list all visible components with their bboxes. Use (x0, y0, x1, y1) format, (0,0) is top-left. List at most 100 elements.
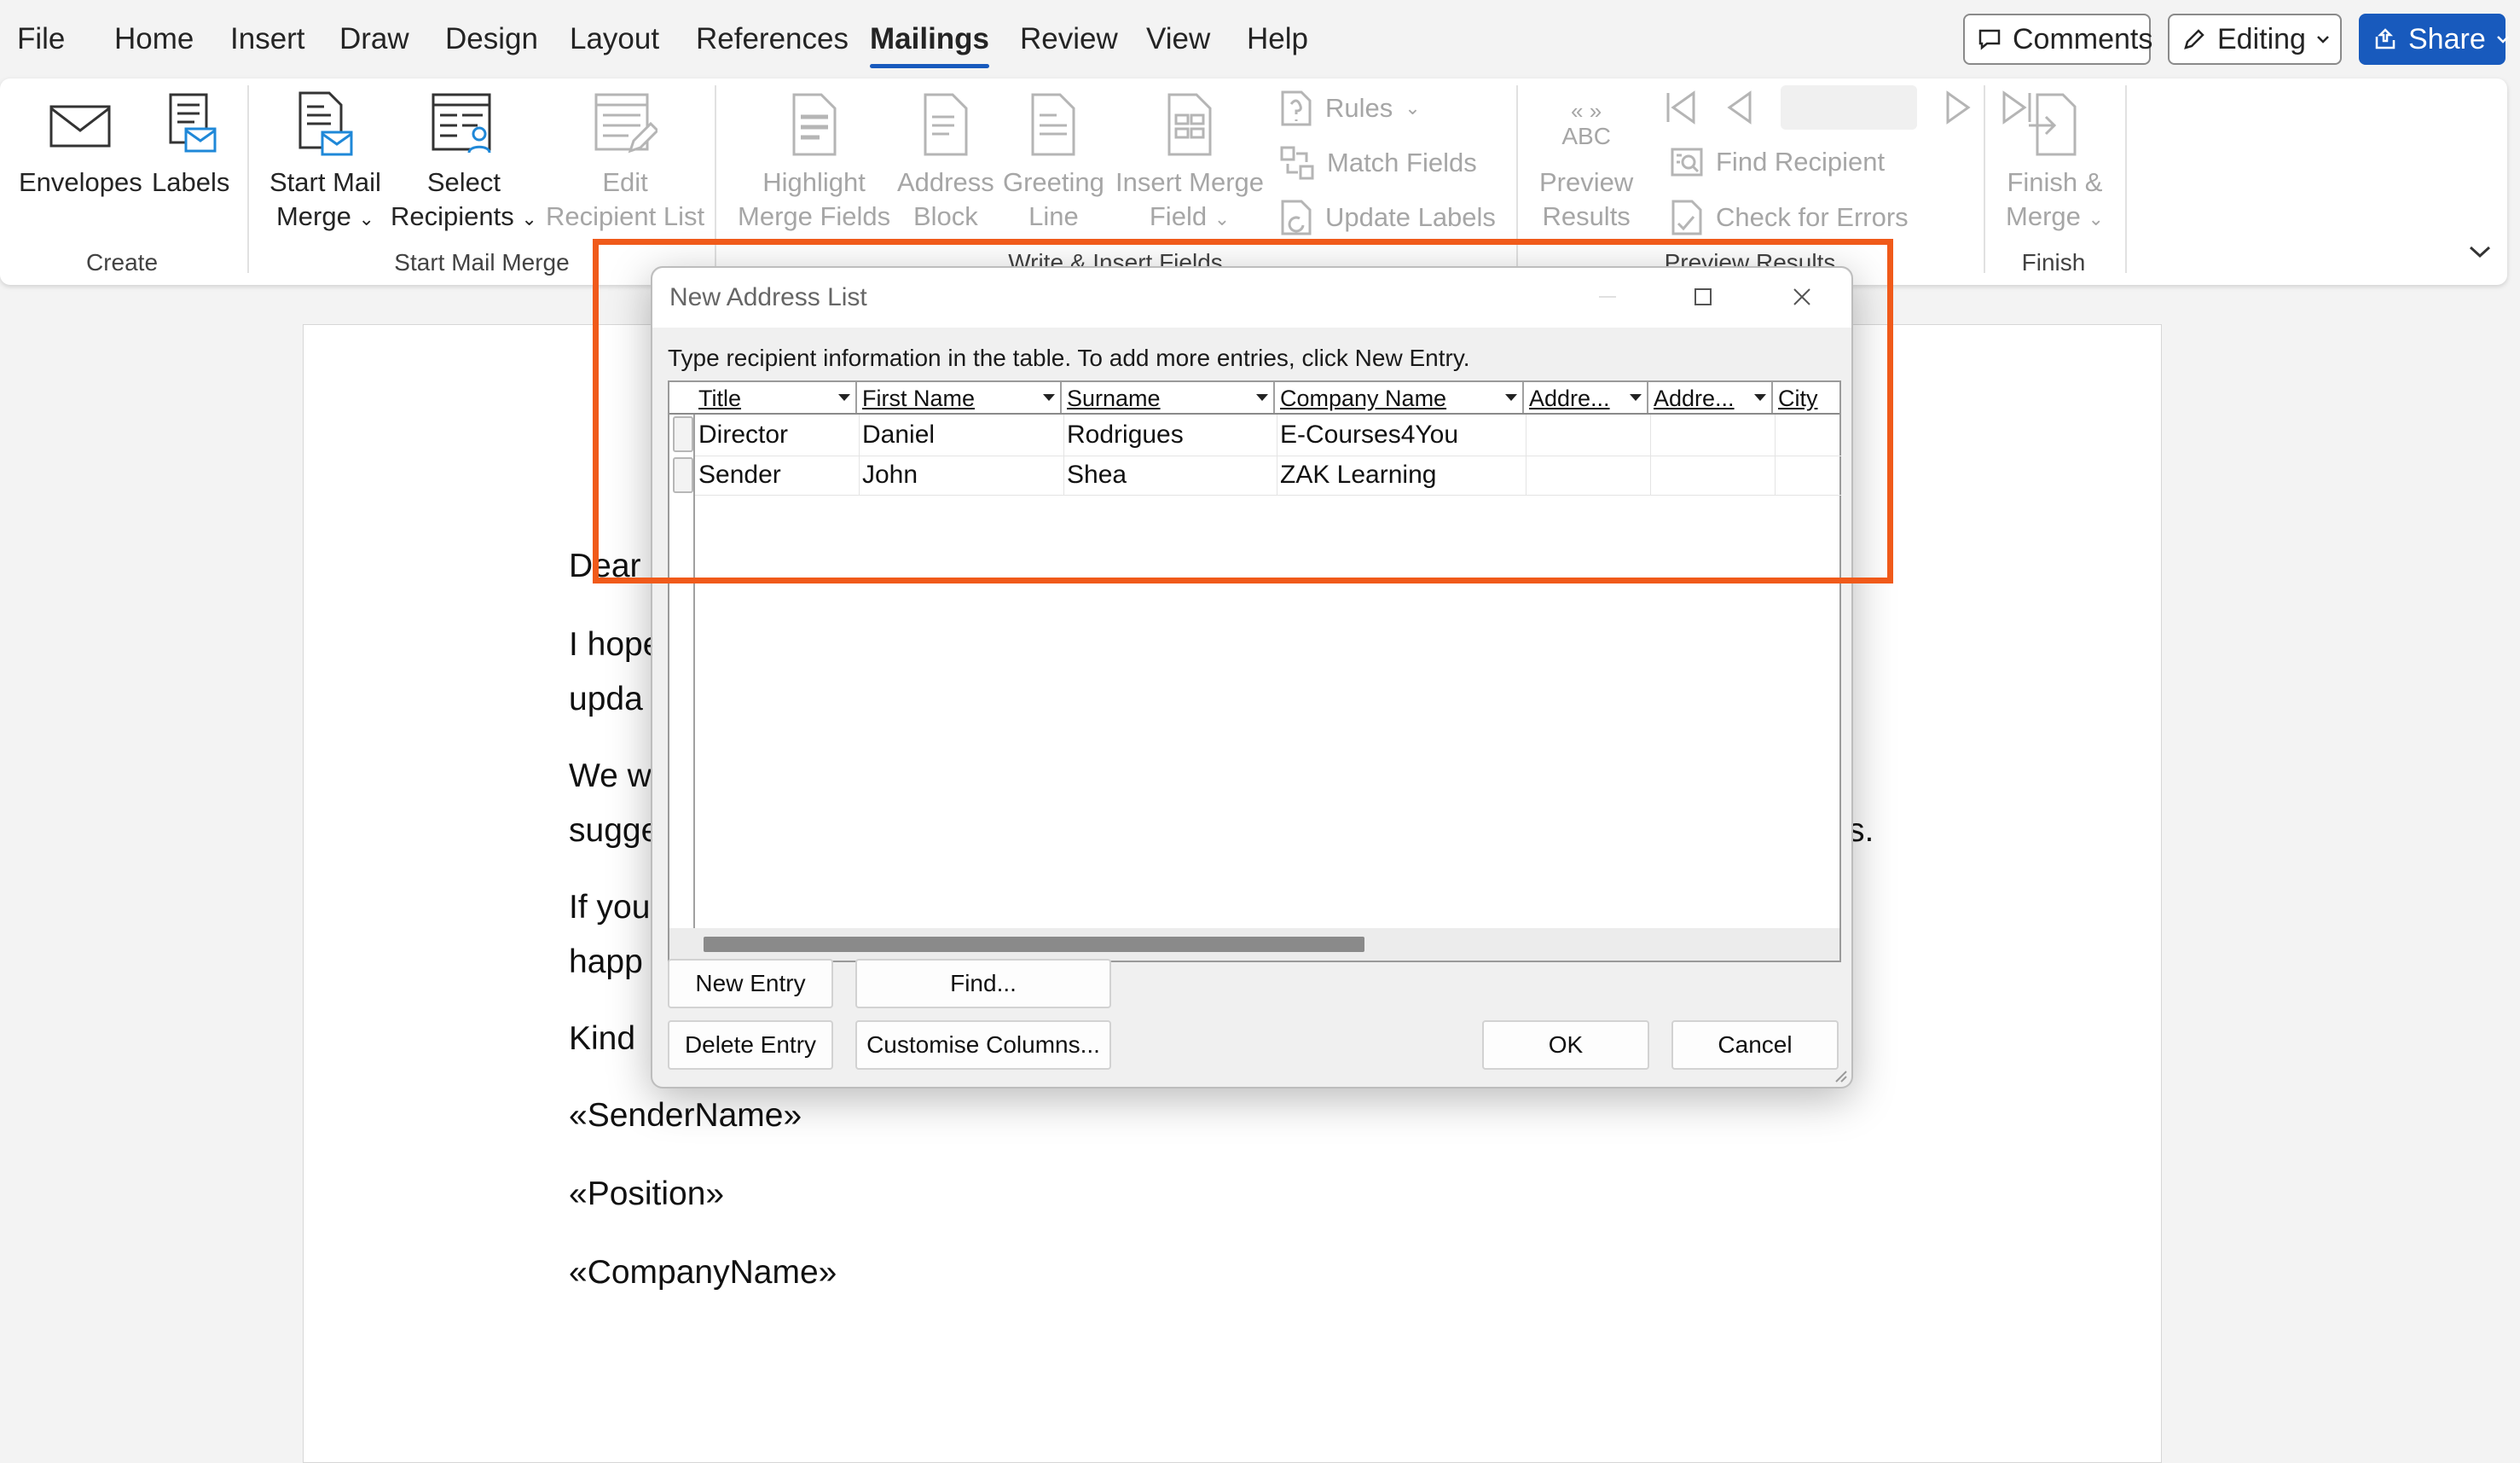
customise-columns-button[interactable]: Customise Columns... (855, 1020, 1111, 1070)
tab-review[interactable]: Review (1020, 22, 1118, 56)
cell-surname[interactable]: Shea (1063, 456, 1127, 495)
find-recipient-label: Find Recipient (1716, 147, 1886, 177)
cell-surname[interactable]: Rodrigues (1063, 415, 1184, 455)
row-divider (695, 495, 1841, 496)
maximize-button[interactable] (1686, 280, 1720, 314)
document-text-line: happ (569, 943, 643, 980)
insert-merge-field-icon (1167, 93, 1212, 156)
first-record-icon[interactable] (1663, 90, 1699, 125)
start-mail-merge-button[interactable]: Start Mail Merge ⌄ (269, 85, 381, 236)
start-mail-merge-label: Start Mail (269, 167, 381, 197)
share-button[interactable]: Share (2359, 14, 2509, 65)
finish-merge-label-line2: Merge (2006, 201, 2081, 231)
close-button[interactable] (1785, 280, 1819, 314)
dropdown-arrow-icon (1505, 394, 1517, 401)
ribbon-separator (715, 85, 716, 273)
check-for-errors-button[interactable]: Check for Errors (1670, 200, 1909, 235)
address-block-button[interactable]: Address Block (897, 85, 994, 234)
cell-title[interactable]: Sender (695, 456, 781, 495)
minimize-button[interactable] (1590, 280, 1625, 314)
column-header-label: Surname (1067, 386, 1161, 411)
tab-file[interactable]: File (17, 22, 65, 56)
greeting-line-button[interactable]: Greeting Line (1003, 85, 1104, 234)
match-fields-button[interactable]: Match Fields (1279, 145, 1477, 181)
finish-merge-label: Finish & (2007, 167, 2103, 197)
dropdown-arrow-icon (1630, 394, 1642, 401)
finish-merge-icon (2029, 93, 2077, 156)
check-errors-icon (1671, 200, 1702, 235)
previous-record-icon[interactable] (1724, 90, 1755, 125)
record-number-field[interactable] (1781, 85, 1917, 130)
update-labels-button[interactable]: Update Labels (1279, 200, 1496, 235)
highlight-label: Highlight (762, 167, 866, 197)
tab-help[interactable]: Help (1247, 22, 1308, 56)
chevron-down-icon: ⌄ (358, 208, 374, 229)
column-header-address-2[interactable]: Addre... (1650, 382, 1773, 413)
edit-recipient-list-button[interactable]: Edit Recipient List (546, 85, 704, 234)
new-entry-button[interactable]: New Entry (668, 959, 833, 1008)
envelopes-button[interactable]: Envelopes (19, 85, 142, 200)
tab-draw[interactable]: Draw (339, 22, 409, 56)
editing-label: Editing (2217, 22, 2306, 55)
column-header-first-name[interactable]: First Name (859, 382, 1062, 413)
dropdown-arrow-icon (1256, 394, 1268, 401)
cell-company-name[interactable]: E-Courses4You (1277, 415, 1458, 455)
tab-insert[interactable]: Insert (230, 22, 305, 56)
chevrons-icon: « » (1571, 98, 1602, 124)
column-header-address-1[interactable]: Addre... (1526, 382, 1648, 413)
next-record-icon[interactable] (1943, 90, 1973, 125)
ok-button[interactable]: OK (1482, 1020, 1649, 1070)
tab-layout[interactable]: Layout (570, 22, 659, 56)
cell-title[interactable]: Director (695, 415, 788, 455)
column-header-title[interactable]: Title (695, 382, 857, 413)
collapse-ribbon-icon[interactable] (2467, 243, 2493, 260)
delete-entry-button[interactable]: Delete Entry (668, 1020, 833, 1070)
document-text-line: If you (569, 889, 651, 926)
resize-grip-icon[interactable] (1831, 1066, 1848, 1083)
cell-first-name[interactable]: John (859, 456, 918, 495)
insert-merge-field-button[interactable]: Insert Merge Field ⌄ (1115, 85, 1264, 236)
select-recipients-label-2: Recipients ⌄ (391, 200, 537, 236)
update-labels-label: Update Labels (1325, 202, 1496, 232)
preview-results-button[interactable]: « » ABC Preview Results (1539, 85, 1633, 234)
comments-button[interactable]: Comments (1963, 14, 2152, 65)
tab-mailings[interactable]: Mailings (870, 22, 990, 68)
address-list-table[interactable]: Title First Name Surname Company Name Ad… (668, 380, 1841, 962)
cell-first-name[interactable]: Daniel (859, 415, 935, 455)
select-recipients-button[interactable]: Select Recipients ⌄ (391, 85, 537, 236)
match-fields-icon (1280, 146, 1314, 180)
pencil-icon (2184, 29, 2204, 49)
highlight-merge-fields-button[interactable]: Highlight Merge Fields (738, 85, 890, 234)
column-header-surname[interactable]: Surname (1063, 382, 1275, 413)
row-selector[interactable] (673, 457, 693, 493)
column-header-city[interactable]: City (1775, 382, 1843, 413)
share-icon (2375, 28, 2395, 49)
column-divider (1775, 415, 1776, 495)
column-header-label: First Name (862, 386, 976, 411)
document-text-line: We w (569, 758, 652, 794)
group-label-start-mail-merge: Start Mail Merge (394, 249, 570, 276)
rules-button[interactable]: Rules ⌄ (1279, 90, 1421, 126)
editing-mode-button[interactable]: Editing (2168, 14, 2342, 65)
tab-home[interactable]: Home (114, 22, 194, 56)
find-button[interactable]: Find... (855, 959, 1111, 1008)
cell-company-name[interactable]: ZAK Learning (1277, 456, 1436, 495)
insert-merge-field-label-2: Field ⌄ (1150, 200, 1230, 236)
find-recipient-button[interactable]: Find Recipient (1670, 145, 1885, 179)
finish-merge-button[interactable]: Finish & Merge ⌄ (2006, 85, 2104, 236)
column-header-label: Addre... (1529, 386, 1610, 411)
cancel-button[interactable]: Cancel (1671, 1020, 1839, 1070)
horizontal-scrollbar[interactable] (669, 928, 1839, 961)
merge-field-company-name: «CompanyName» (569, 1254, 837, 1291)
select-recipients-label-line2: Recipients (391, 201, 514, 231)
address-block-label: Address (897, 167, 994, 197)
tab-view[interactable]: View (1146, 22, 1210, 56)
column-header-label: City (1778, 386, 1818, 411)
labels-button[interactable]: Labels (152, 85, 229, 200)
tab-design[interactable]: Design (445, 22, 538, 56)
column-header-company-name[interactable]: Company Name (1277, 382, 1524, 413)
edit-recipient-list-label: Edit (602, 167, 648, 197)
tab-references[interactable]: References (696, 22, 849, 56)
row-selector[interactable] (673, 416, 693, 452)
scrollbar-thumb[interactable] (704, 937, 1364, 952)
